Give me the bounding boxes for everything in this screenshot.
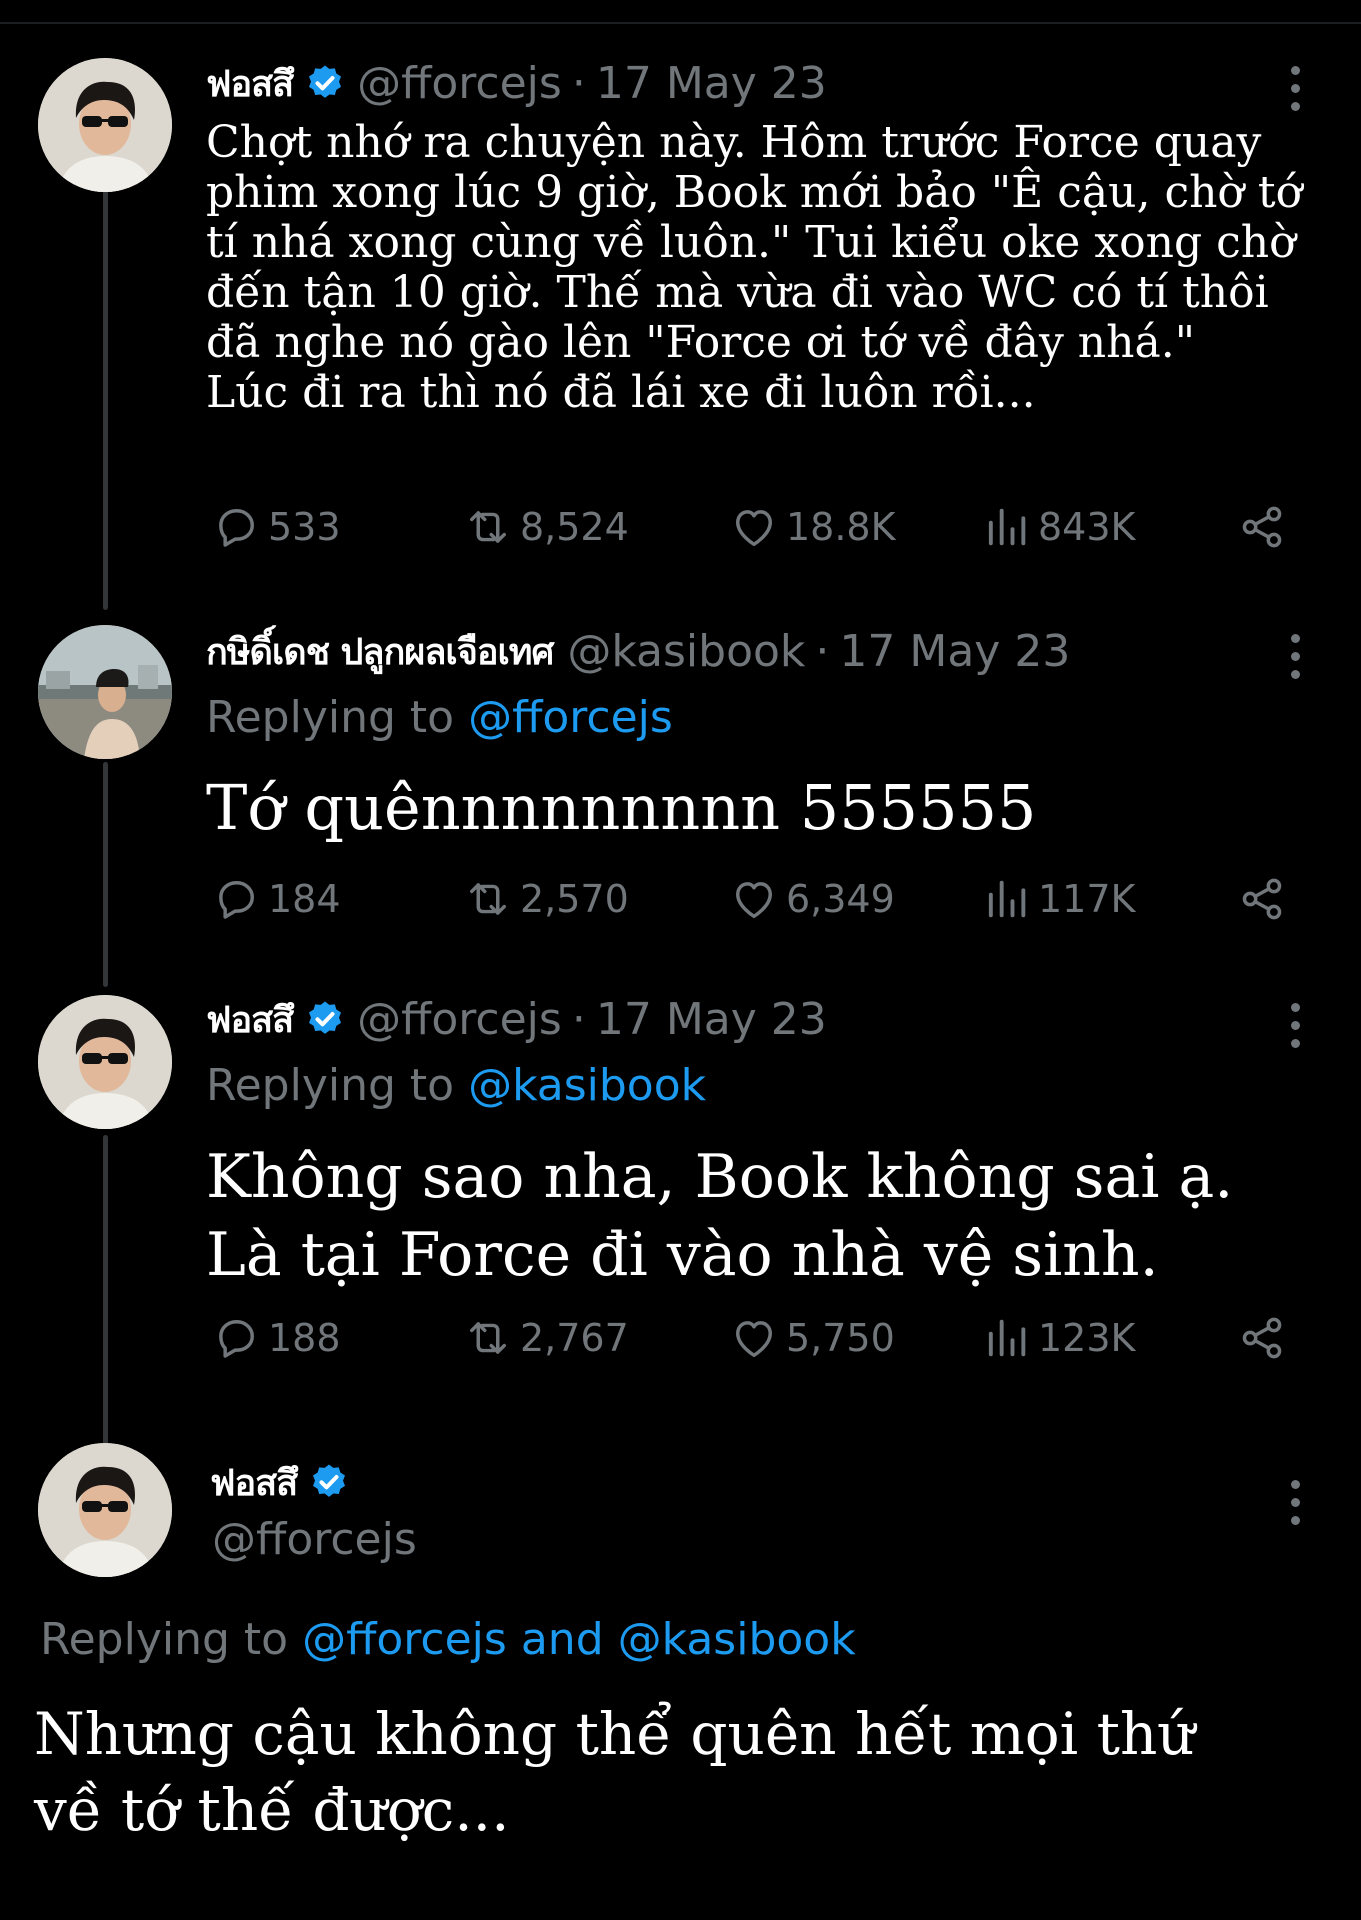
action-bar: 188 2,767 5,750 123K: [206, 1310, 1316, 1366]
replying-to-label: Replying to: [40, 1614, 289, 1665]
action-bar: 533 8,524 18.8K 843K: [206, 499, 1316, 555]
verified-badge-icon: [309, 1462, 349, 1502]
retweet-count: 8,524: [520, 505, 629, 549]
reply-count: 184: [268, 877, 341, 921]
replying-to: Replying to @fforcejs: [206, 692, 673, 743]
views-icon: [988, 1319, 1026, 1357]
replying-to: Replying to @kasibook: [206, 1060, 706, 1111]
timestamp[interactable]: 17 May 23: [596, 994, 827, 1045]
avatar[interactable]: [38, 625, 172, 759]
retweet-button[interactable]: 2,570: [462, 871, 629, 927]
top-divider: [0, 22, 1361, 24]
action-bar: 184 2,570 6,349 117K: [206, 871, 1316, 927]
focused-name-row: ฟอสสึ: [210, 1455, 361, 1509]
retweet-icon: [470, 1322, 506, 1354]
avatar-photo: [38, 625, 172, 759]
mention-link[interactable]: @kasibook: [618, 1614, 856, 1665]
reply-count: 533: [268, 505, 341, 549]
display-name[interactable]: กษิดิ์เดช ปลูกผลเจือเทศ: [206, 623, 554, 680]
views-count: 843K: [1038, 505, 1136, 549]
views-button[interactable]: 117K: [980, 871, 1135, 927]
share-button[interactable]: [1236, 871, 1294, 927]
display-name[interactable]: ฟอสสึ: [206, 991, 294, 1048]
share-icon: [1242, 506, 1282, 548]
more-icon[interactable]: [1283, 1003, 1307, 1057]
handle[interactable]: @fforcejs: [357, 994, 562, 1045]
thread-line: [103, 1135, 108, 1445]
heart-icon: [736, 882, 772, 919]
tweet-header: กษิดิ์เดช ปลูกผลเจือเทศ @kasibook · 17 M…: [206, 624, 1070, 678]
like-count: 18.8K: [786, 505, 896, 549]
tweet-text: Tớ quênnnnnnnnn 555555: [206, 771, 1037, 844]
retweet-icon: [470, 883, 506, 915]
verified-badge-icon: [305, 63, 345, 103]
share-button[interactable]: [1236, 1310, 1294, 1366]
tweet-text: Không sao nha, Book không sai ạ. Là tại …: [206, 1142, 1234, 1290]
share-button[interactable]: [1236, 499, 1294, 555]
tweet-header: ฟอสสึ @fforcejs · 17 May 23: [206, 56, 827, 110]
heart-icon: [736, 1321, 772, 1358]
tweet-header: ฟอสสึ @fforcejs · 17 May 23: [206, 992, 827, 1046]
timestamp[interactable]: 17 May 23: [839, 626, 1070, 677]
avatar[interactable]: [38, 1443, 172, 1577]
avatar-photo: [38, 995, 172, 1129]
views-count: 117K: [1038, 877, 1136, 921]
tweet-text: Chợt nhớ ra chuyện này. Hôm trước Force …: [206, 117, 1303, 418]
retweet-button[interactable]: 8,524: [462, 499, 629, 555]
replying-to: Replying to @fforcejs and @kasibook: [40, 1614, 856, 1665]
reply-icon: [219, 1320, 254, 1358]
timestamp[interactable]: 17 May 23: [596, 58, 827, 109]
retweet-count: 2,570: [520, 877, 629, 921]
separator-dot: ·: [815, 625, 830, 677]
views-icon: [988, 508, 1026, 546]
reply-icon: [219, 881, 254, 919]
reply-button[interactable]: 533: [210, 499, 341, 555]
mention-connector: and: [520, 1614, 604, 1665]
separator-dot: ·: [571, 993, 586, 1045]
views-button[interactable]: 843K: [980, 499, 1135, 555]
display-name[interactable]: ฟอสสึ: [210, 1454, 298, 1511]
tweet-text: Nhưng cậu không thể quên hết mọi thứ về …: [34, 1700, 1195, 1844]
views-button[interactable]: 123K: [980, 1310, 1135, 1366]
reply-button[interactable]: 188: [210, 1310, 341, 1366]
retweet-count: 2,767: [520, 1316, 629, 1360]
thread-line: [103, 762, 108, 987]
mention-link[interactable]: @kasibook: [468, 1060, 706, 1111]
reply-button[interactable]: 184: [210, 871, 341, 927]
mention-link[interactable]: @fforcejs: [302, 1614, 507, 1665]
more-icon[interactable]: [1283, 66, 1307, 120]
like-button[interactable]: 18.8K: [728, 499, 896, 555]
retweet-icon: [470, 511, 506, 543]
replying-to-label: Replying to: [206, 692, 455, 743]
replying-to-label: Replying to: [206, 1060, 455, 1111]
views-count: 123K: [1038, 1316, 1136, 1360]
thread-line: [103, 190, 108, 610]
like-button[interactable]: 6,349: [728, 871, 895, 927]
retweet-button[interactable]: 2,767: [462, 1310, 629, 1366]
display-name[interactable]: ฟอสสึ: [206, 55, 294, 112]
avatar[interactable]: [38, 58, 172, 192]
like-button[interactable]: 5,750: [728, 1310, 895, 1366]
views-icon: [988, 880, 1026, 918]
reply-count: 188: [268, 1316, 341, 1360]
thread-view: ฟอสสึ @fforcejs · 17 May 23 Chợt nhớ ra …: [0, 0, 1361, 1920]
avatar-photo: [38, 1443, 172, 1577]
share-icon: [1242, 1317, 1282, 1359]
mention-link[interactable]: @fforcejs: [468, 692, 673, 743]
avatar[interactable]: [38, 995, 172, 1129]
like-count: 6,349: [786, 877, 895, 921]
more-icon[interactable]: [1283, 634, 1307, 688]
like-count: 5,750: [786, 1316, 895, 1360]
handle[interactable]: @fforcejs: [357, 58, 562, 109]
reply-icon: [219, 509, 254, 547]
verified-badge-icon: [305, 999, 345, 1039]
heart-icon: [736, 510, 772, 547]
share-icon: [1242, 878, 1282, 920]
avatar-photo: [38, 58, 172, 192]
separator-dot: ·: [571, 57, 586, 109]
handle[interactable]: @kasibook: [567, 626, 805, 677]
handle[interactable]: @fforcejs: [212, 1514, 417, 1565]
more-icon[interactable]: [1283, 1480, 1307, 1534]
